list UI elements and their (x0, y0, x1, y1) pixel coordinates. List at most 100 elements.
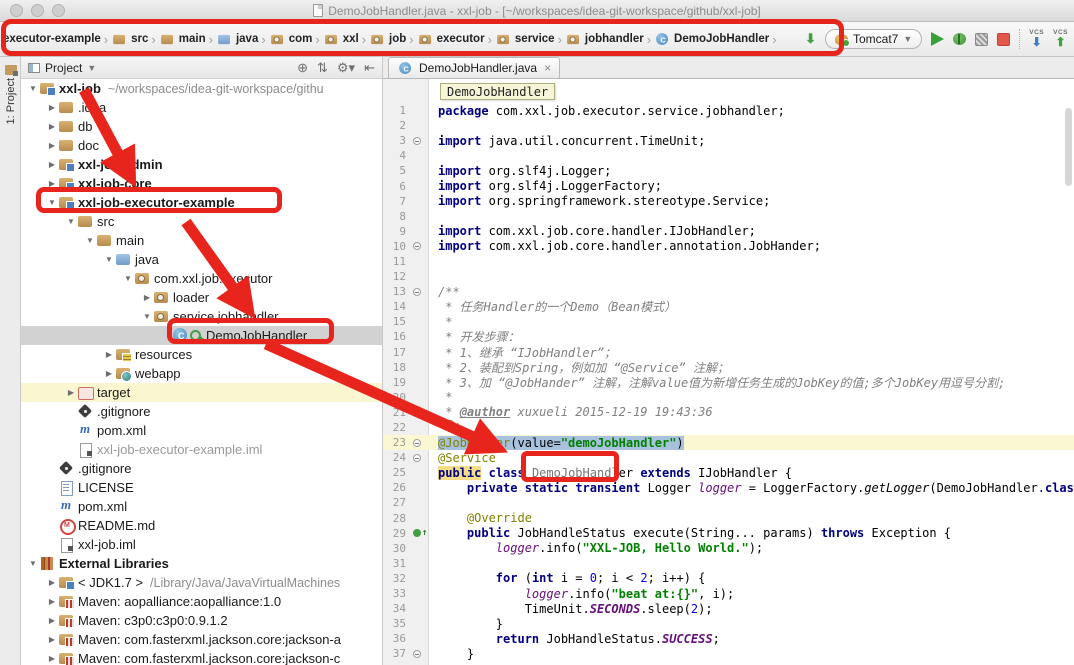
crumb-job[interactable]: job (369, 32, 406, 47)
code-line-4[interactable]: 4 (383, 148, 1074, 163)
code-line-27[interactable]: 27 (383, 495, 1074, 510)
fold-icon[interactable] (413, 439, 429, 447)
code-line-23[interactable]: 23@JobHander(value="demoJobHandler") (383, 435, 1074, 450)
close-tab-icon[interactable]: × (544, 61, 551, 75)
tree-down-arrow-icon[interactable]: ▼ (27, 559, 39, 568)
tree-right-arrow-icon[interactable]: ▶ (46, 179, 58, 188)
code-line-36[interactable]: 36 return JobHandleStatus.SUCCESS; (383, 631, 1074, 646)
collapse-panel-button[interactable]: ⇤ (364, 61, 375, 74)
tab-demojobhandler-java[interactable]: DemoJobHandler.java × (388, 57, 560, 78)
tree-down-arrow-icon[interactable]: ▼ (103, 255, 115, 264)
code-line-26[interactable]: 26 private static transient Logger logge… (383, 480, 1074, 495)
crumb-java[interactable]: java (216, 32, 258, 47)
tree-down-arrow-icon[interactable]: ▼ (141, 312, 153, 321)
tree-item-src[interactable]: ▼src (21, 212, 382, 231)
tree-down-arrow-icon[interactable]: ▼ (65, 217, 77, 226)
fold-icon[interactable] (413, 454, 429, 462)
crumb-jobhandler[interactable]: jobhandler (565, 32, 644, 47)
code-line-10[interactable]: 10import com.xxl.job.core.handler.annota… (383, 239, 1074, 254)
tree-item-target[interactable]: ▶target (21, 383, 382, 402)
code-line-14[interactable]: 14 * 任务Handler的一个Demo（Bean模式） (383, 299, 1074, 314)
close-window-button[interactable] (10, 4, 23, 17)
code-line-38[interactable]: 38 (383, 661, 1074, 665)
code-line-22[interactable]: 22 */ (383, 420, 1074, 435)
code-line-30[interactable]: 30 logger.info("XXL-JOB, Hello World."); (383, 541, 1074, 556)
tree-item-pom-xml[interactable]: pom.xml (21, 497, 382, 516)
code-line-32[interactable]: 32 for (int i = 0; i < 2; i++) { (383, 571, 1074, 586)
tree-item-license[interactable]: LICENSE (21, 478, 382, 497)
zoom-window-button[interactable] (52, 4, 65, 17)
code-line-24[interactable]: 24@Service (383, 450, 1074, 465)
tree-item-jdk1-7[interactable]: ▶< JDK1.7 >/Library/Java/JavaVirtualMach… (21, 573, 382, 592)
tree-item-maven-c3p0-c3p0-0-9-1-2[interactable]: ▶Maven: c3p0:c3p0:0.9.1.2 (21, 611, 382, 630)
tree-item-xxl-job-admin[interactable]: ▶xxl-job-admin (21, 155, 382, 174)
tree-item-java[interactable]: ▼java (21, 250, 382, 269)
crumb-executor-example[interactable]: executor-example (3, 33, 101, 45)
tree-right-arrow-icon[interactable]: ▶ (103, 369, 115, 378)
tree-item-doc[interactable]: ▶doc (21, 136, 382, 155)
code-line-31[interactable]: 31 (383, 556, 1074, 571)
minimize-window-button[interactable] (31, 4, 44, 17)
settings-gear-button[interactable]: ⚙▾ (337, 61, 355, 74)
code-line-1[interactable]: 1package com.xxl.job.executor.service.jo… (383, 103, 1074, 118)
code-line-7[interactable]: 7import org.springframework.stereotype.S… (383, 194, 1074, 209)
fold-icon[interactable]: ↑ (413, 529, 429, 538)
tree-right-arrow-icon[interactable]: ▶ (46, 160, 58, 169)
code-line-6[interactable]: 6import org.slf4j.LoggerFactory; (383, 178, 1074, 193)
tree-item-db[interactable]: ▶db (21, 117, 382, 136)
tree-item-main[interactable]: ▼main (21, 231, 382, 250)
code-line-21[interactable]: 21 * @author xuxueli 2015-12-19 19:43:36 (383, 405, 1074, 420)
project-tool-window-button[interactable]: 1: Project (0, 65, 21, 124)
tree-item-external-libraries[interactable]: ▼External Libraries (21, 554, 382, 573)
tree-item-pom-xml[interactable]: pom.xml (21, 421, 382, 440)
code-line-5[interactable]: 5import org.slf4j.Logger; (383, 163, 1074, 178)
tree-item-xxl-job-executor-example[interactable]: ▼xxl-job-executor-example (21, 193, 382, 212)
vcs-commit-button[interactable]: VCS ⬆ (1053, 30, 1068, 49)
code-line-11[interactable]: 11 (383, 254, 1074, 269)
tree-down-arrow-icon[interactable]: ▼ (27, 84, 39, 93)
crumb-src[interactable]: src (111, 32, 148, 47)
tree-down-arrow-icon[interactable]: ▼ (46, 198, 58, 207)
tree-item-xxl-job[interactable]: ▼xxl-job~/workspaces/idea-git-workspace/… (21, 79, 382, 98)
tree-right-arrow-icon[interactable]: ▶ (46, 635, 58, 644)
crumb-executor[interactable]: executor (417, 32, 485, 47)
fold-icon[interactable] (413, 137, 429, 145)
tree-item-xxl-job-iml[interactable]: xxl-job.iml (21, 535, 382, 554)
tree-right-arrow-icon[interactable]: ▶ (46, 654, 58, 663)
vcs-update-button[interactable]: VCS ⬇ (1029, 30, 1044, 49)
code-line-33[interactable]: 33 logger.info("beat at:{}", i); (383, 586, 1074, 601)
tree-item-readme-md[interactable]: README.md (21, 516, 382, 535)
tree-right-arrow-icon[interactable]: ▶ (141, 293, 153, 302)
tree-item-loader[interactable]: ▶loader (21, 288, 382, 307)
navbar-down-arrow-icon[interactable]: ⬇ (805, 31, 816, 47)
tree-item-xxl-job-executor-example-iml[interactable]: xxl-job-executor-example.iml (21, 440, 382, 459)
run-configuration-selector[interactable]: Tomcat7 ▼ (825, 29, 922, 49)
code-line-35[interactable]: 35 } (383, 616, 1074, 631)
stop-button[interactable] (997, 33, 1010, 46)
code-line-3[interactable]: 3import java.util.concurrent.TimeUnit; (383, 133, 1074, 148)
tree-item-service-jobhandler[interactable]: ▼service.jobhandler (21, 307, 382, 326)
code-line-15[interactable]: 15 * (383, 314, 1074, 329)
code-line-18[interactable]: 18 * 2、装配到Spring，例如加 “@Service” 注解； (383, 360, 1074, 375)
tree-item-gitignore[interactable]: .gitignore (21, 459, 382, 478)
crumb-service[interactable]: service (495, 32, 555, 47)
tree-right-arrow-icon[interactable]: ▶ (46, 141, 58, 150)
tree-right-arrow-icon[interactable]: ▶ (46, 616, 58, 625)
code-line-12[interactable]: 12 (383, 269, 1074, 284)
tree-item-maven-aopalliance-aopalliance-1-0[interactable]: ▶Maven: aopalliance:aopalliance:1.0 (21, 592, 382, 611)
code-line-29[interactable]: 29↑ public JobHandleStatus execute(Strin… (383, 526, 1074, 541)
tree-item-com-xxl-job-executor[interactable]: ▼com.xxl.job.executor (21, 269, 382, 288)
crumb-main[interactable]: main (159, 32, 206, 47)
code-line-37[interactable]: 37 } (383, 646, 1074, 661)
tree-right-arrow-icon[interactable]: ▶ (46, 578, 58, 587)
fold-icon[interactable] (413, 650, 429, 658)
override-marker-icon[interactable] (413, 529, 421, 537)
fold-icon[interactable] (413, 288, 429, 296)
tree-right-arrow-icon[interactable]: ▶ (65, 388, 77, 397)
code-line-2[interactable]: 2 (383, 118, 1074, 133)
fold-icon[interactable] (413, 242, 429, 250)
crumb-demojobhandler[interactable]: DemoJobHandler (654, 32, 769, 47)
tree-right-arrow-icon[interactable]: ▶ (46, 103, 58, 112)
split-view-button[interactable]: ⇅ (317, 61, 328, 74)
tree-right-arrow-icon[interactable]: ▶ (46, 597, 58, 606)
